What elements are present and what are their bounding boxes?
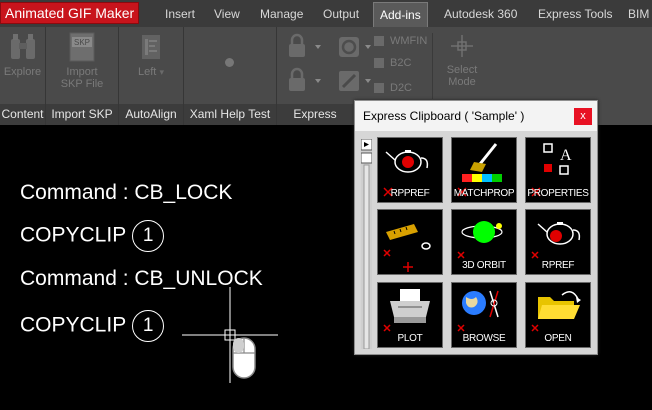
chevron-down-icon: ▾ [159, 67, 164, 77]
recycle-icon [339, 37, 371, 57]
copyclip-text-2: COPYCLIP [20, 313, 127, 337]
ruler-icon [383, 224, 431, 272]
b2c-icon [374, 58, 384, 69]
import-label-line2: SKP File [60, 78, 104, 90]
clip-tile-label: PLOT [397, 333, 423, 344]
clip-tile-label: MATCHPROP [453, 188, 515, 199]
b2c-button[interactable]: B2C [374, 57, 411, 69]
lock-icon [289, 33, 321, 57]
clip-tile-properties[interactable]: A PROPERTIES [525, 137, 591, 203]
gif-maker-label: Animated GIF Maker [0, 2, 140, 24]
tab-view[interactable]: View [214, 0, 240, 27]
d2c-label: D2C [390, 82, 413, 94]
lock-icon [289, 67, 321, 91]
explore-button[interactable]: Explore [0, 31, 45, 78]
select-mode-line1: Select [446, 64, 478, 76]
clip-tile-label: 3D ORBIT [462, 260, 506, 271]
explore-label: Explore [3, 66, 42, 78]
import-label-line1: Import [66, 66, 98, 78]
clip-tile-open[interactable]: OPEN [525, 282, 591, 348]
hammer-icon [339, 71, 371, 91]
panel-separator [432, 33, 433, 99]
wmfin-button[interactable]: WMFIN [374, 35, 427, 47]
close-button[interactable]: x [574, 108, 592, 125]
tab-add-ins[interactable]: Add-ins [373, 2, 428, 28]
clip-tile-rppref[interactable]: RPPREF [377, 137, 443, 203]
clip-tile-rpref[interactable]: RPREF [525, 209, 591, 275]
lock-layer-button-2[interactable] [285, 67, 321, 95]
recycle-button[interactable] [335, 33, 371, 61]
clip-tile-plot[interactable]: PLOT [377, 282, 443, 348]
tab-output[interactable]: Output [323, 0, 359, 27]
panel-xaml-help-test: Xaml Help Test [184, 27, 277, 125]
clip-tile-label: RPREF [541, 260, 575, 271]
align-left-icon [142, 35, 160, 59]
svg-text:A: A [560, 147, 572, 164]
d2c-button[interactable]: D2C [374, 82, 412, 94]
skp-icon-text: SKP [74, 38, 90, 47]
command-line-1: Command : CB_LOCK [20, 181, 233, 204]
clip-tile-3d-orbit[interactable]: 3D ORBIT [451, 209, 517, 275]
clipboard-scrollbar[interactable] [361, 139, 372, 349]
tab-insert[interactable]: Insert [165, 0, 195, 27]
panel-title-content: Content [0, 104, 45, 125]
clip-tile-label: OPEN [544, 333, 572, 344]
clip-tile-label: PROPERTIES [527, 188, 589, 199]
panel-title-autoalign: AutoAlign [119, 104, 183, 125]
import-skp-button[interactable]: SKP Import SKP File [50, 31, 114, 90]
panel-autoalign: Left ▾ AutoAlign [119, 27, 184, 125]
clipboard-titlebar[interactable]: Express Clipboard ( 'Sample' ) x [355, 101, 597, 131]
d2c-icon [374, 83, 384, 94]
skp-file-icon: SKP [69, 32, 95, 62]
copyclip-line-1: COPYCLIP 1 [20, 220, 165, 252]
step-badge-2: 1 [132, 310, 165, 342]
step-badge-1: 1 [132, 220, 165, 252]
tab-autodesk-360[interactable]: Autodesk 360 [444, 0, 517, 27]
panel-import-skp: SKP Import SKP File Import SKP [46, 27, 119, 125]
clipboard-title: Express Clipboard ( 'Sample' ) [363, 109, 525, 123]
panel-title-express: Express [277, 104, 353, 125]
clip-tile-browse[interactable]: BROWSE [451, 282, 517, 348]
panel-title-import-skp: Import SKP [46, 104, 118, 125]
clipboard-body: RPPREF MATCHPROP A PROPERTIES 3D ORBIT R… [357, 131, 595, 352]
select-mode-icon [451, 35, 473, 57]
panel-content: Explore Content [0, 27, 46, 125]
lock-layer-button[interactable] [285, 33, 321, 61]
ribbon-tab-bar: Animated GIF Maker Insert View Manage Ou… [0, 0, 652, 28]
clip-tile-label: BROWSE [462, 333, 506, 344]
copyclip-text-1: COPYCLIP [20, 223, 127, 247]
copyclip-line-2: COPYCLIP 1 [20, 310, 165, 342]
mouse-icon [232, 337, 256, 379]
panel-title-xaml-help-test: Xaml Help Test [184, 104, 276, 125]
hammer-button[interactable] [335, 67, 371, 95]
clip-tile-label: RPPREF [390, 188, 430, 199]
tab-bim[interactable]: BIM [628, 0, 649, 27]
express-clipboard-window: Express Clipboard ( 'Sample' ) x RPPREF … [354, 100, 598, 355]
xaml-help-dot-icon[interactable] [225, 58, 234, 67]
tab-manage[interactable]: Manage [260, 0, 303, 27]
wmfin-label: WMFIN [390, 35, 428, 47]
clip-tile-ruler[interactable] [377, 209, 443, 275]
autocad-window: Animated GIF Maker Insert View Manage Ou… [0, 0, 652, 410]
b2c-label: B2C [390, 57, 412, 69]
align-left-button[interactable]: Left ▾ [123, 31, 179, 78]
tab-express-tools[interactable]: Express Tools [538, 0, 612, 27]
align-left-label: Left [138, 66, 157, 78]
select-mode-button[interactable]: Select Mode [437, 31, 487, 88]
select-mode-line2: Mode [448, 76, 476, 88]
binoculars-icon [10, 34, 35, 59]
wmfin-icon [374, 36, 384, 47]
clip-tile-matchprop[interactable]: MATCHPROP [451, 137, 517, 203]
